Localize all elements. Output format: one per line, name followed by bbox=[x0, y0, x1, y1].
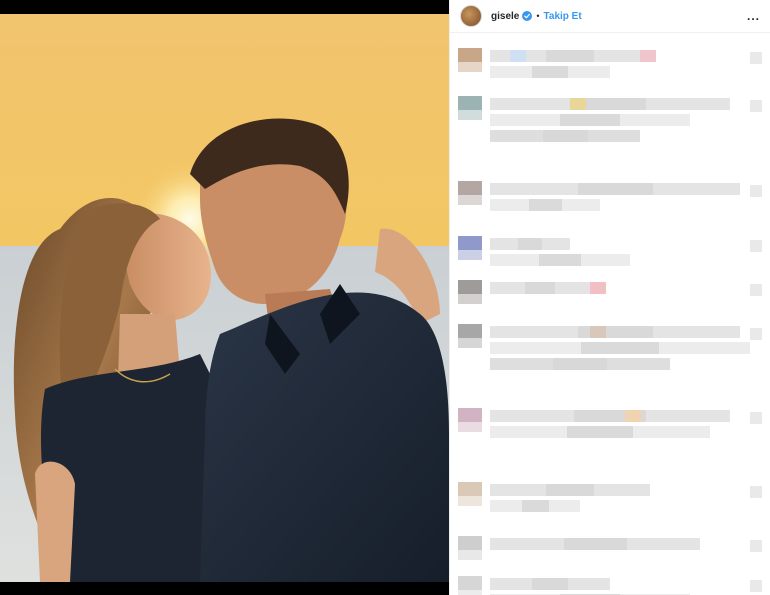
user-avatar[interactable] bbox=[460, 5, 482, 27]
sunset-couple-image bbox=[0, 14, 449, 582]
comment-text-blurred bbox=[560, 114, 620, 126]
post-header: gisele • Takip Et ... bbox=[450, 0, 770, 33]
comment-text-blurred bbox=[539, 254, 581, 266]
post-sidebar: gisele • Takip Et ... bbox=[449, 0, 770, 595]
comment-avatar-blurred bbox=[458, 576, 482, 590]
comment-avatar-blurred bbox=[458, 422, 482, 432]
comment-text-blurred bbox=[528, 199, 562, 211]
like-icon-blurred[interactable] bbox=[750, 412, 762, 424]
verified-badge-icon bbox=[522, 11, 533, 21]
comment-text-blurred bbox=[542, 130, 588, 142]
comment-row bbox=[450, 406, 770, 462]
comment-emoji-blurred bbox=[590, 326, 606, 338]
like-icon-blurred[interactable] bbox=[750, 185, 762, 197]
comment-avatar-blurred bbox=[458, 324, 482, 338]
comment-row bbox=[450, 322, 770, 382]
comment-text-blurred bbox=[532, 578, 568, 590]
comment-avatar-blurred bbox=[458, 250, 482, 260]
follow-button[interactable]: Takip Et bbox=[544, 11, 582, 22]
more-options-icon[interactable]: ... bbox=[747, 9, 760, 23]
comment-avatar-blurred bbox=[458, 62, 482, 72]
like-icon-blurred[interactable] bbox=[750, 486, 762, 498]
comment-row bbox=[450, 234, 770, 266]
comment-avatar-blurred bbox=[458, 294, 482, 304]
comment-text-blurred bbox=[577, 326, 653, 338]
comment-avatar-blurred bbox=[458, 536, 482, 550]
comment-avatar-blurred bbox=[458, 496, 482, 506]
separator-dot: • bbox=[536, 11, 540, 21]
like-icon-blurred[interactable] bbox=[750, 580, 762, 592]
comment-emoji-blurred bbox=[570, 98, 586, 110]
comment-avatar-blurred bbox=[458, 96, 482, 110]
comment-avatar-blurred bbox=[458, 590, 482, 595]
comment-row bbox=[450, 94, 770, 166]
comment-emoji-blurred bbox=[590, 282, 606, 294]
username-link[interactable]: gisele bbox=[491, 11, 519, 22]
comment-avatar-blurred bbox=[458, 48, 482, 62]
comment-avatar-blurred bbox=[458, 550, 482, 560]
like-icon-blurred[interactable] bbox=[750, 284, 762, 296]
comment-row bbox=[450, 480, 770, 524]
like-icon-blurred[interactable] bbox=[750, 100, 762, 112]
comment-emoji-blurred bbox=[510, 50, 526, 62]
comment-text-blurred bbox=[581, 342, 659, 354]
comment-text-blurred bbox=[525, 282, 555, 294]
post-image-panel bbox=[0, 0, 449, 595]
comment-text-blurred bbox=[563, 538, 627, 550]
comment-avatar-blurred bbox=[458, 110, 482, 120]
comment-avatar-blurred bbox=[458, 280, 482, 294]
comment-avatar-blurred bbox=[458, 195, 482, 205]
comment-avatar-blurred bbox=[458, 338, 482, 348]
comment-text-blurred bbox=[553, 358, 607, 370]
comment-text-blurred bbox=[518, 238, 542, 250]
comment-text-blurred bbox=[546, 484, 594, 496]
comment-row bbox=[450, 179, 770, 221]
comment-row bbox=[450, 574, 770, 595]
comment-avatar-blurred bbox=[458, 408, 482, 422]
like-icon-blurred[interactable] bbox=[750, 328, 762, 340]
comment-text-blurred bbox=[521, 500, 549, 512]
comment-text-blurred bbox=[577, 183, 653, 195]
comment-text-blurred bbox=[567, 426, 633, 438]
comment-avatar-blurred bbox=[458, 236, 482, 250]
comment-row bbox=[450, 534, 770, 560]
comments-list[interactable] bbox=[450, 34, 770, 595]
comment-row bbox=[450, 46, 770, 78]
like-icon-blurred[interactable] bbox=[750, 240, 762, 252]
comment-emoji-blurred bbox=[625, 410, 641, 422]
comment-text-blurred bbox=[532, 66, 568, 78]
comment-emoji-blurred bbox=[640, 50, 656, 62]
like-icon-blurred[interactable] bbox=[750, 52, 762, 64]
comment-avatar-blurred bbox=[458, 181, 482, 195]
comment-avatar-blurred bbox=[458, 482, 482, 496]
comment-text-blurred bbox=[546, 50, 594, 62]
comment-row bbox=[450, 278, 770, 304]
post-photo[interactable] bbox=[0, 14, 449, 582]
like-icon-blurred[interactable] bbox=[750, 540, 762, 552]
